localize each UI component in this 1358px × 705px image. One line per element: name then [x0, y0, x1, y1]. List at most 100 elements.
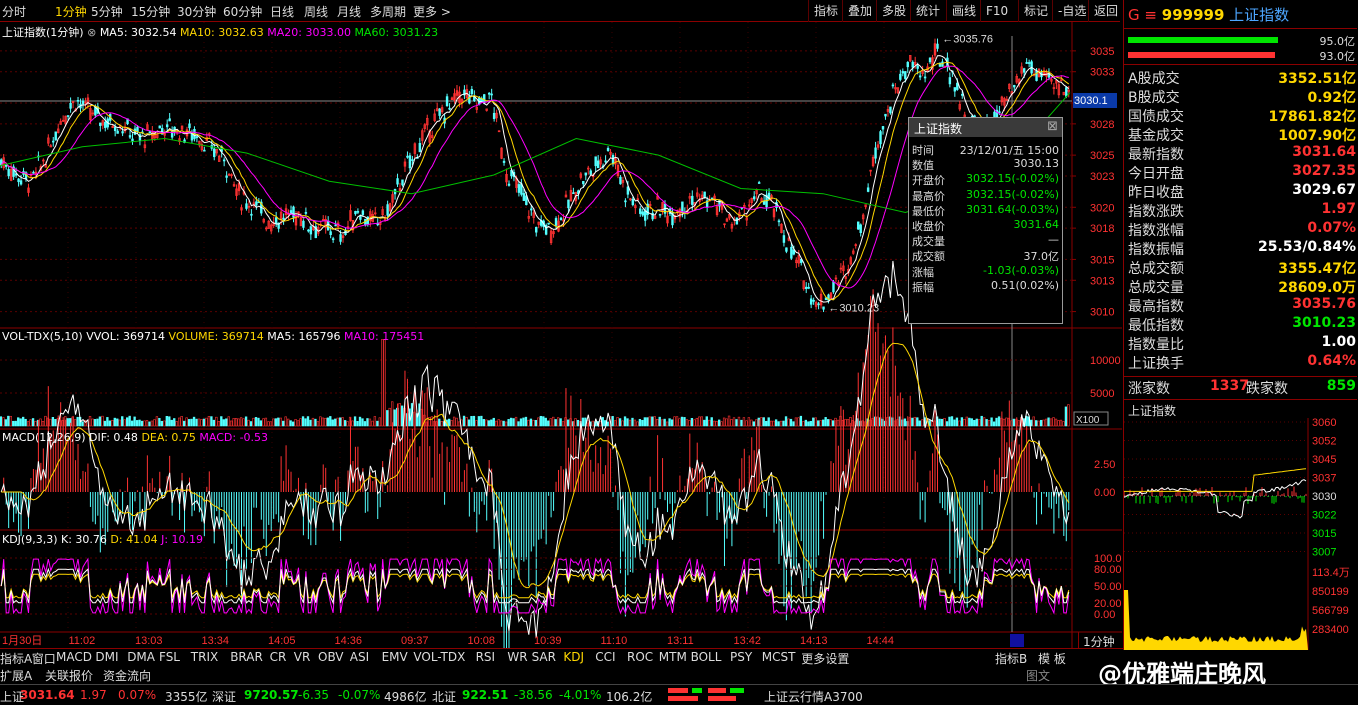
toolbar-button[interactable]: 多股	[876, 0, 911, 22]
candle-body	[530, 209, 532, 210]
indicator-b-tab[interactable]: 指标B	[995, 650, 1027, 667]
indicator-tab[interactable]: KDJ	[563, 650, 584, 664]
indicator-tab[interactable]: 更多	[801, 650, 825, 667]
volume-bar	[810, 421, 812, 426]
volume-bar	[498, 420, 500, 426]
candle-body	[335, 225, 337, 226]
candle-body	[169, 119, 171, 121]
period-tab[interactable]: 60分钟	[223, 3, 262, 20]
indicator-tab[interactable]: VOL-TDX	[413, 650, 465, 664]
volume-bar	[495, 421, 497, 426]
candle-body	[808, 287, 810, 288]
indicator-tab[interactable]: SAR	[532, 650, 556, 664]
indicator-tab[interactable]: ASI	[350, 650, 369, 664]
indicator-tab[interactable]: EMV	[382, 650, 408, 664]
indicator-tab[interactable]: PSY	[730, 650, 752, 664]
toolbar-button[interactable]: 画线	[946, 0, 981, 22]
period-tab[interactable]: 分时	[2, 3, 26, 20]
quote-value: 28609.0万	[1278, 277, 1356, 297]
template-tab[interactable]: 模 板	[1038, 650, 1066, 667]
candle-body	[607, 148, 609, 150]
toolbar-button[interactable]: 统计	[910, 0, 945, 22]
period-tab[interactable]: 15分钟	[131, 3, 170, 20]
period-tab[interactable]: 月线	[337, 3, 361, 20]
period-tab[interactable]: 多周期	[370, 3, 406, 20]
period-tab[interactable]: 更多 >	[413, 3, 451, 20]
toolbar-button[interactable]: 叠加	[842, 0, 877, 22]
main-info-icon[interactable]: ⊗	[87, 26, 96, 39]
sz-percent: -0.07%	[338, 688, 380, 702]
indicator-tab[interactable]: BOLL	[691, 650, 722, 664]
extension-tab[interactable]: 扩展A	[0, 667, 32, 684]
price-tick-label: 3013	[1090, 275, 1114, 287]
volume-bar	[959, 421, 961, 426]
volume-bar	[473, 416, 475, 426]
indicator-tab[interactable]: MACD	[56, 650, 92, 664]
quote-row: 总成交额 3355.47亿	[1128, 258, 1356, 277]
volume-bar	[129, 416, 131, 426]
indicator-tab[interactable]: MCST	[762, 650, 796, 664]
price-tick-label: 3015	[1090, 254, 1114, 266]
toolbar-button[interactable]: 标记	[1018, 0, 1053, 22]
period-tab[interactable]: 周线	[304, 3, 328, 20]
extension-tab[interactable]: 资金流向	[103, 667, 151, 684]
volume-bar	[369, 419, 371, 426]
indicator-tab[interactable]: 设置	[825, 650, 849, 667]
period-tab[interactable]: 30分钟	[177, 3, 216, 20]
volume-bar	[535, 420, 537, 426]
indicator-tab[interactable]: CCI	[595, 650, 615, 664]
toolbar-button[interactable]: 返回	[1088, 0, 1123, 22]
volume-bar	[731, 419, 733, 426]
tooltip-key: 最高价	[912, 188, 945, 204]
period-tab[interactable]: 1分钟	[55, 3, 87, 20]
volume-bar	[577, 420, 579, 426]
candle-body	[625, 201, 627, 202]
indicator-tab[interactable]: 窗口	[32, 650, 56, 667]
volume-bar	[250, 422, 252, 426]
volume-bar	[963, 419, 965, 426]
menu-icon[interactable]: ≡	[1144, 6, 1157, 24]
volume-bar	[785, 417, 787, 426]
volume-bar	[916, 418, 918, 426]
indicator-tab[interactable]: DMA	[127, 650, 155, 664]
indicator-tab[interactable]: DMI	[95, 650, 118, 664]
indicator-tab[interactable]: OBV	[318, 650, 344, 664]
indicator-tab[interactable]: VR	[294, 650, 311, 664]
candle-body	[659, 214, 661, 215]
volume-bar	[721, 422, 723, 426]
quote-row: 最新指数 3031.64	[1128, 144, 1356, 163]
volume-bar	[991, 418, 993, 426]
period-label[interactable]: 1分钟	[1078, 632, 1122, 649]
extension-tab[interactable]: 关联报价	[45, 667, 93, 684]
indicator-tab[interactable]: 指标A	[0, 650, 32, 667]
toolbar-button[interactable]: -自选	[1052, 0, 1091, 22]
volume-bar	[431, 417, 433, 426]
volume-bar	[750, 420, 752, 426]
close-icon[interactable]: ⊠	[1047, 119, 1058, 134]
toolbar-button[interactable]: 指标	[808, 0, 843, 22]
candle-body	[704, 192, 706, 198]
mini-price-label: 3052	[1312, 436, 1336, 448]
tab-graphic[interactable]: 图文	[1026, 667, 1050, 684]
quote-row: 指数振幅 25.53/0.84%	[1128, 239, 1356, 258]
indicator-tab-bar: 指标A 窗口 MACD DMI DMA FSL TRIX BRAR CR VR OBV ASI EMV V…	[0, 648, 1123, 666]
quote-value: 3010.23	[1292, 315, 1356, 331]
indicator-tab[interactable]: RSI	[476, 650, 496, 664]
indicator-tab[interactable]: CR	[270, 650, 287, 664]
tooltip-row: 成交量 —	[909, 233, 1062, 248]
toolbar-button[interactable]: F10	[980, 0, 1013, 22]
sh-percent: 0.07%	[118, 688, 156, 702]
period-tab[interactable]: 5分钟	[91, 3, 123, 20]
indicator-tab[interactable]: BRAR	[230, 650, 263, 664]
indicator-tab[interactable]: TRIX	[191, 650, 218, 664]
indicator-tab[interactable]: ROC	[627, 650, 653, 664]
period-tab[interactable]: 日线	[270, 3, 294, 20]
volume-bar	[716, 421, 718, 426]
indicator-tab[interactable]: FSL	[159, 650, 180, 664]
indicator-tab[interactable]: WR	[507, 650, 527, 664]
mini-intraday-chart[interactable]: 3060 3052 3045 3037 3030 3022 3015 3007 113.4万 85…	[1124, 418, 1357, 650]
volume-bar	[944, 418, 946, 426]
sell-bar-label: 93.0亿	[1320, 48, 1356, 64]
volume-bar	[656, 419, 658, 426]
indicator-tab[interactable]: MTM	[659, 650, 687, 664]
